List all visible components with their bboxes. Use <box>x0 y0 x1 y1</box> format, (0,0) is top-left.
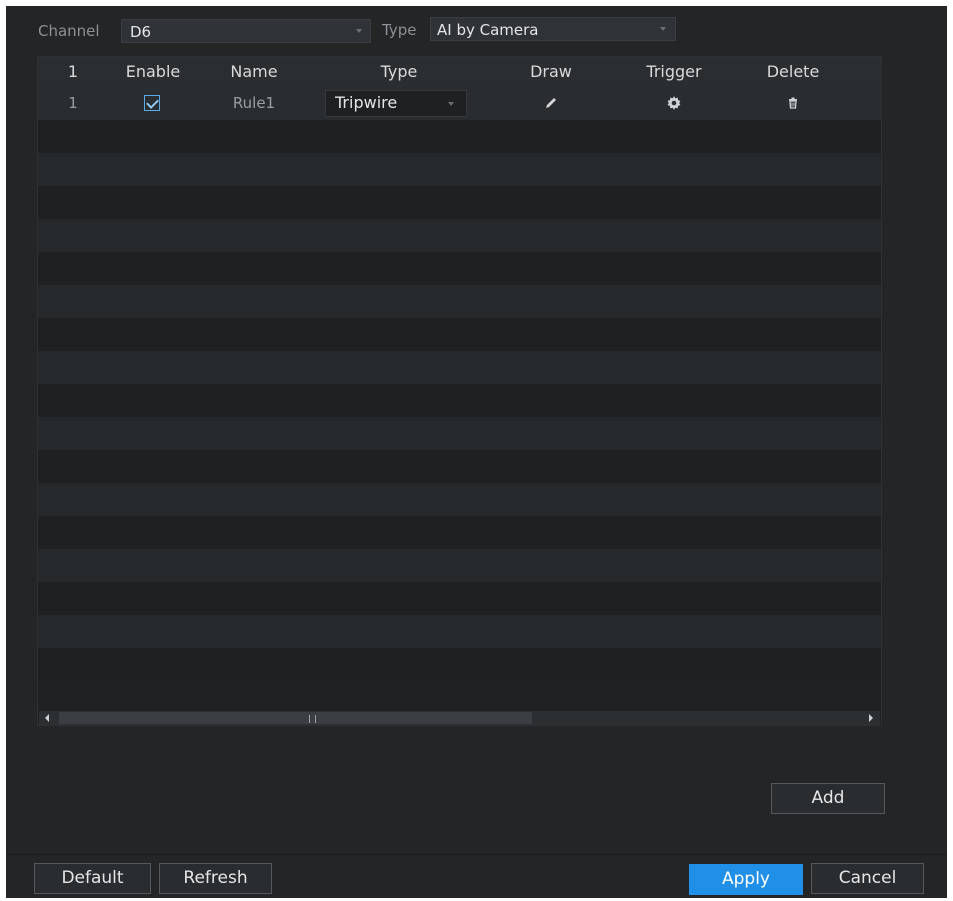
channel-select[interactable]: D6 <box>121 19 371 43</box>
chevron-down-icon <box>660 27 666 31</box>
column-header-draw: Draw <box>530 62 572 81</box>
empty-row <box>38 351 881 384</box>
refresh-button[interactable]: Refresh <box>159 863 272 894</box>
smart-plan-panel: Channel D6 Type AI by Camera 1 Enable Na… <box>6 6 947 898</box>
rule-name: Rule1 <box>232 94 276 112</box>
empty-row <box>38 483 881 516</box>
column-header-trigger: Trigger <box>646 62 702 81</box>
empty-row <box>38 417 881 450</box>
empty-row <box>38 450 881 483</box>
column-header-type: Type <box>380 62 418 81</box>
rules-table: 1 Enable Name Type Draw Trigger Delete 1… <box>37 56 882 726</box>
horizontal-scrollbar[interactable] <box>39 711 880 725</box>
channel-label: Channel <box>38 22 100 40</box>
default-button[interactable]: Default <box>34 863 151 894</box>
trash-icon[interactable] <box>784 94 802 112</box>
add-button[interactable]: Add <box>771 783 885 814</box>
pencil-icon[interactable] <box>542 94 560 112</box>
column-header-name: Name <box>230 62 278 81</box>
scroll-left-icon[interactable] <box>45 714 49 722</box>
chevron-down-icon <box>356 29 362 33</box>
scroll-right-icon[interactable] <box>869 714 873 722</box>
footer-divider <box>6 854 947 855</box>
type-label: Type <box>382 21 417 39</box>
empty-row <box>38 516 881 549</box>
grip-icon <box>309 715 316 723</box>
empty-row <box>38 252 881 285</box>
type-value: AI by Camera <box>437 21 539 39</box>
cancel-button[interactable]: Cancel <box>811 863 924 894</box>
empty-row <box>38 219 881 252</box>
table-row[interactable]: 1 Rule1 Tripwire <box>38 87 881 120</box>
empty-row <box>38 186 881 219</box>
column-header-delete: Delete <box>766 62 820 81</box>
empty-row <box>38 615 881 648</box>
empty-row <box>38 384 881 417</box>
row-index: 1 <box>68 94 78 112</box>
type-select[interactable]: AI by Camera <box>430 17 676 41</box>
column-header-enable: Enable <box>125 62 181 81</box>
channel-value: D6 <box>130 23 152 41</box>
chevron-down-icon <box>448 102 454 106</box>
rule-type-value: Tripwire <box>335 93 398 112</box>
table-header: 1 Enable Name Type Draw Trigger Delete <box>38 57 881 87</box>
apply-button[interactable]: Apply <box>689 864 803 895</box>
scrollbar-thumb[interactable] <box>59 712 532 724</box>
enable-checkbox[interactable] <box>144 95 160 111</box>
empty-row <box>38 582 881 615</box>
rule-type-select[interactable]: Tripwire <box>325 90 467 117</box>
empty-row <box>38 549 881 582</box>
empty-row <box>38 120 881 153</box>
empty-row <box>38 285 881 318</box>
empty-row <box>38 153 881 186</box>
empty-row <box>38 648 881 681</box>
gear-icon[interactable] <box>665 94 683 112</box>
column-header-index: 1 <box>67 62 79 81</box>
empty-row <box>38 318 881 351</box>
